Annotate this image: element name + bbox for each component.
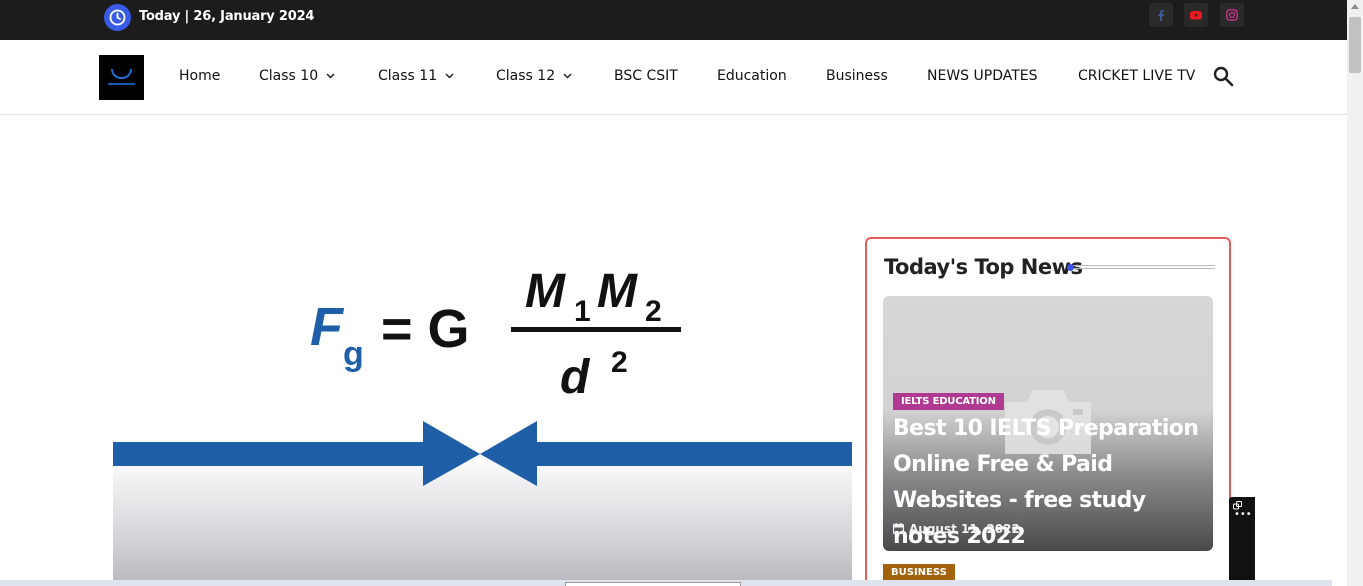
youtube-icon[interactable] xyxy=(1184,3,1208,27)
chevron-down-icon xyxy=(445,73,454,79)
news-card-date-text: August 11, 2022 xyxy=(909,522,1020,536)
nav-class-10[interactable]: Class 10 xyxy=(259,68,335,84)
chevron-down-icon xyxy=(563,73,572,79)
nav-news-updates[interactable]: NEWS UPDATES xyxy=(927,68,1038,84)
left-arrow-shaft xyxy=(113,442,425,466)
nav-label: Education xyxy=(717,68,787,84)
nav-class-12[interactable]: Class 12 xyxy=(496,68,572,84)
news-card[interactable]: IELTS EDUCATION Best 10 IELTS Preparatio… xyxy=(883,296,1213,551)
nav-bsc-csit[interactable]: BSC CSIT xyxy=(614,68,678,84)
title-dot xyxy=(1067,264,1074,271)
formula-m2: M xyxy=(597,265,638,318)
right-arrow-shaft xyxy=(535,442,852,466)
category-badge-business[interactable]: BUSINESS xyxy=(883,564,955,581)
sidebar-title: Today's Top News xyxy=(884,255,1083,279)
nav-education[interactable]: Education xyxy=(717,68,787,84)
bottom-bar-box[interactable] xyxy=(565,582,741,586)
nav-home[interactable]: Home xyxy=(179,68,220,84)
formula-m1-sub: 1 xyxy=(574,295,591,328)
logo-mark xyxy=(111,69,132,79)
nav-class-11[interactable]: Class 11 xyxy=(378,68,454,84)
formula-fraction-bar xyxy=(511,327,681,332)
nav-label: Business xyxy=(826,68,888,84)
force-arrows xyxy=(113,421,852,486)
formula-m2-sub: 2 xyxy=(645,295,662,328)
nav-cricket-live-tv[interactable]: CRICKET LIVE TV xyxy=(1078,68,1195,84)
top-news-sidebar: Today's Top News IELTS EDUCATION Best 10… xyxy=(865,237,1231,586)
chevron-down-icon xyxy=(326,73,335,79)
nav-label: BSC CSIT xyxy=(614,68,678,84)
clock-icon xyxy=(104,4,131,31)
right-arrow-head xyxy=(480,421,537,486)
scrollbar[interactable] xyxy=(1347,0,1363,586)
formula-equals-g: = G xyxy=(381,299,470,359)
floating-widget[interactable]: ••• xyxy=(1229,497,1255,586)
top-bar: Today | 26, January 2024 xyxy=(0,0,1347,40)
nav-label: Class 12 xyxy=(496,68,556,84)
scrollbar-thumb[interactable] xyxy=(1349,17,1361,73)
instagram-icon[interactable] xyxy=(1220,3,1244,27)
nav-label: Class 10 xyxy=(259,68,319,84)
nav-label: Home xyxy=(179,68,221,84)
formula: F g = G M 1 M 2 d 2 xyxy=(310,265,681,404)
featured-post-image[interactable]: F g = G M 1 M 2 d 2 xyxy=(113,237,852,586)
calendar-icon xyxy=(892,523,905,535)
title-divider xyxy=(1071,265,1215,269)
search-icon[interactable] xyxy=(1213,66,1234,91)
site-logo[interactable] xyxy=(99,55,144,100)
facebook-icon[interactable] xyxy=(1149,3,1173,27)
formula-d: d xyxy=(560,351,591,404)
main-nav: Home Class 10 Class 11 Class 12 BSC CSIT… xyxy=(0,40,1347,115)
formula-d-sup: 2 xyxy=(611,346,628,379)
nav-label: CRICKET LIVE TV xyxy=(1078,68,1196,84)
nav-label: NEWS UPDATES xyxy=(927,68,1038,84)
news-card-date: August 11, 2022 xyxy=(892,522,1020,536)
left-arrow-head xyxy=(423,421,480,486)
formula-f-sub: g xyxy=(343,335,364,373)
category-badge[interactable]: IELTS EDUCATION xyxy=(893,393,1004,410)
logo-line xyxy=(108,83,135,85)
today-date: Today | 26, January 2024 xyxy=(139,9,315,24)
nav-business[interactable]: Business xyxy=(826,68,888,84)
more-icon: ••• xyxy=(1234,509,1252,520)
nav-label: Class 11 xyxy=(378,68,438,84)
scroll-up-arrow-icon[interactable] xyxy=(1351,4,1359,9)
formula-m1: M xyxy=(525,265,566,318)
formula-f: F xyxy=(310,297,345,357)
